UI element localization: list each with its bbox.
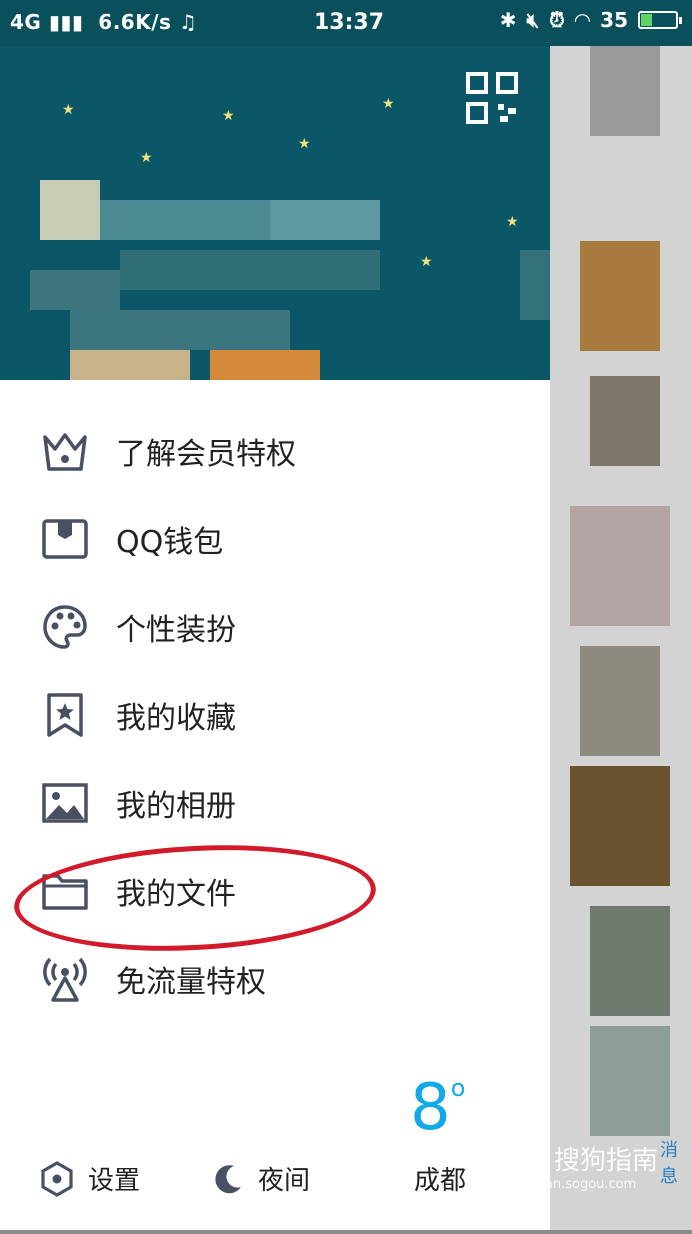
wifi-icon: ◠ — [574, 8, 591, 32]
menu-item-favorites[interactable]: 我的收藏 — [0, 672, 550, 758]
palette-icon — [40, 602, 90, 652]
wallet-icon — [40, 514, 90, 564]
menu-item-albums[interactable]: 我的相册 — [0, 760, 550, 846]
sogou-watermark: S 搜狗指南 zhinan.sogou.com — [514, 1140, 658, 1192]
status-bar: 4G ▮▮▮ 6.6K/s ♫ 13:37 ✱ 🔇︎ ⏰︎ ◠ 35 — [0, 0, 692, 46]
signal-icon: ▮▮▮ — [48, 10, 84, 34]
watermark-url: zhinan.sogou.com — [518, 1177, 637, 1192]
star-decoration: ★ — [222, 108, 235, 124]
star-decoration: ★ — [140, 150, 153, 166]
network-type: 4G — [10, 10, 42, 34]
menu-item-label: QQ钱包 — [116, 525, 224, 560]
city-label: 成都 — [414, 1160, 466, 1197]
menu-item-personalize[interactable]: 个性装扮 — [0, 584, 550, 670]
menu-item-vip-privileges[interactable]: 了解会员特权 — [0, 408, 550, 494]
hexagon-settings-icon — [41, 1160, 73, 1197]
night-mode-button[interactable]: 夜间 — [212, 1160, 310, 1197]
menu-item-label: 了解会员特权 — [116, 437, 296, 472]
status-icons: ✱ 🔇︎ ⏰︎ ◠ 35 — [499, 8, 682, 32]
menu-item-label: 免流量特权 — [116, 965, 266, 1000]
image-icon — [40, 778, 90, 828]
battery-percent: 35 — [600, 8, 628, 32]
profile-header: ★ ★ ★ ★ ★ ★ ★ — [0, 46, 550, 380]
status-time: 13:37 — [314, 10, 385, 35]
settings-label: 设置 — [88, 1166, 141, 1196]
tab-messages[interactable]: 消息 — [660, 1136, 692, 1188]
bookmark-star-icon — [40, 690, 90, 740]
temperature: 8o — [410, 1071, 466, 1145]
blurred-profile — [30, 180, 550, 380]
alarm-icon: ⏰︎ — [549, 8, 565, 32]
city-name: 成都 — [414, 1166, 467, 1196]
message-list-behind: 消息 — [550, 46, 692, 1230]
menu-item-free-data[interactable]: 免流量特权 — [0, 936, 550, 1022]
night-mode-label: 夜间 — [258, 1166, 311, 1196]
qr-code-icon[interactable] — [466, 72, 518, 124]
pixelated-content — [570, 46, 670, 1136]
broadcast-icon — [40, 954, 90, 1004]
star-decoration: ★ — [382, 96, 395, 112]
menu-item-label: 我的收藏 — [116, 701, 236, 736]
weather-widget[interactable]: 8o — [410, 1076, 465, 1140]
menu-item-qq-wallet[interactable]: QQ钱包 — [0, 496, 550, 582]
mute-icon: 🔇︎ — [526, 8, 540, 32]
star-decoration: ★ — [298, 136, 311, 152]
network-speed: 6.6K/s ♫ — [98, 10, 198, 34]
watermark-brand: 搜狗指南 — [554, 1146, 659, 1176]
bluetooth-icon: ✱ — [499, 8, 517, 32]
crown-icon — [40, 426, 90, 476]
battery-icon — [638, 11, 682, 29]
moon-icon — [215, 1164, 241, 1193]
status-network: 4G ▮▮▮ 6.6K/s ♫ — [10, 10, 197, 34]
settings-button[interactable]: 设置 — [40, 1160, 140, 1197]
sogou-logo-icon: S — [514, 1141, 548, 1176]
menu-item-label: 个性装扮 — [116, 613, 236, 648]
menu-item-label: 我的相册 — [116, 789, 236, 824]
star-decoration: ★ — [62, 102, 75, 118]
side-drawer: ★ ★ ★ ★ ★ ★ ★ 了解会员特权 QQ钱包 个性装扮 我的收藏 我的相册… — [0, 46, 550, 1230]
